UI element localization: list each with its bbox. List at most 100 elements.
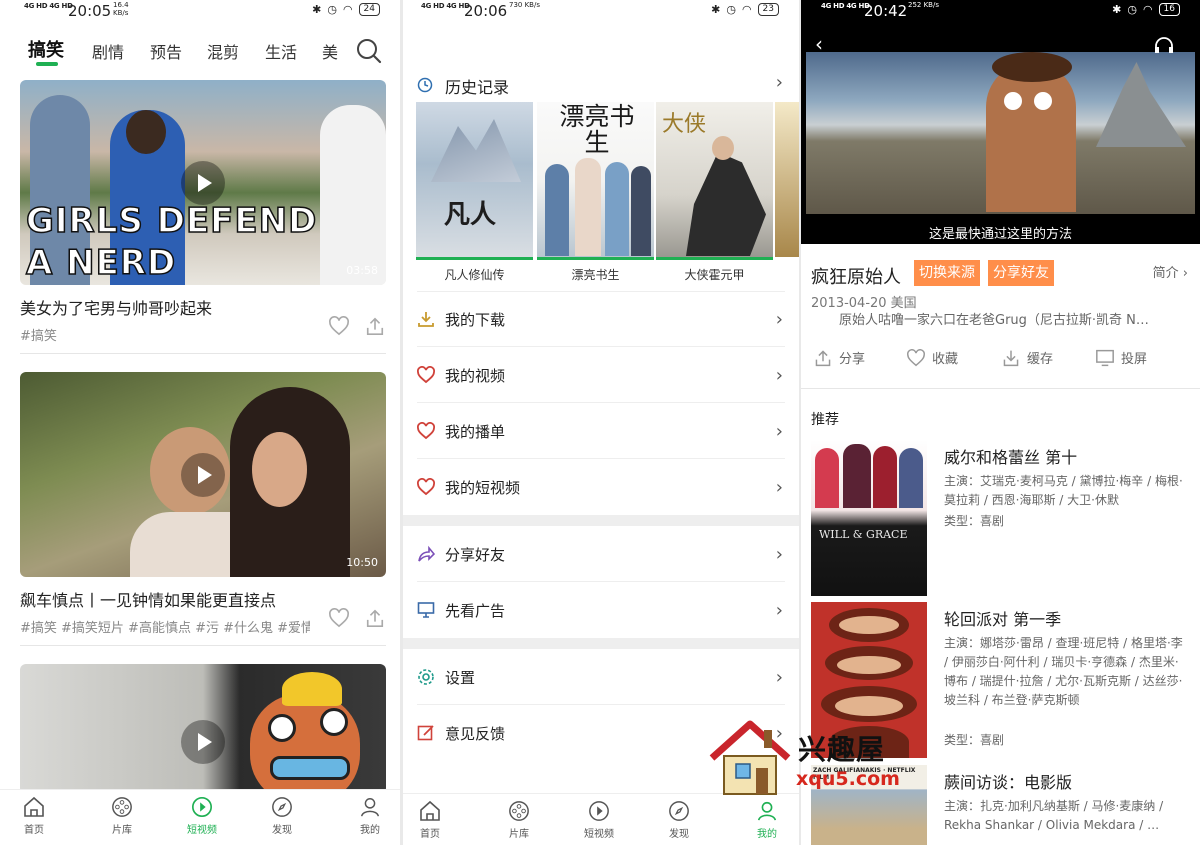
nav-label: 短视频 — [187, 825, 217, 836]
movie-detail-screen: 4G HD 4G HD 20:42 252 KB/s ✱ ◷ ◠ 16 ‹ 这是… — [801, 0, 1200, 845]
menu-share-friends[interactable]: 分享好友 › — [417, 526, 785, 582]
recommend-title: 蕨间访谈：电影版 — [944, 773, 1073, 792]
video-title[interactable]: 飙车慎点丨一见钟情如果能更直接点 — [20, 587, 320, 611]
nav-home[interactable]: 首页 — [403, 800, 460, 840]
play-icon[interactable] — [181, 452, 225, 497]
intro-link[interactable]: 简介 › — [1153, 262, 1188, 281]
headphones-icon[interactable] — [1154, 36, 1174, 54]
tab-beauty[interactable]: 美 — [322, 39, 338, 63]
nav-discover[interactable]: 发现 — [649, 800, 709, 840]
recommend-genre: 类型：喜剧 — [944, 514, 1005, 528]
video-tags[interactable]: #搞笑 — [20, 325, 310, 344]
video-actions — [328, 316, 386, 336]
monitor-icon — [417, 602, 435, 618]
chevron-right-icon: › — [775, 544, 783, 565]
history-label: 历史记录 — [445, 78, 510, 97]
heart-icon[interactable] — [328, 608, 350, 628]
menu-my-videos[interactable]: 我的视频 › — [417, 347, 785, 403]
menu-label: 我的视频 — [445, 367, 506, 385]
share-icon[interactable] — [364, 608, 386, 628]
screenshot-collage: 4G HD 4G HD 20:05 16.4 KB/s ✱ ◷ ◠ 24 搞笑 … — [0, 0, 1200, 845]
bluetooth-icon: ✱ — [711, 3, 721, 16]
poster-image: 凡人 — [416, 102, 533, 257]
video-player[interactable]: ‹ 这是最快通过这里的方法 — [801, 24, 1200, 244]
watch-progress — [416, 257, 533, 260]
status-icons: ✱ ◷ ◠ 23 — [711, 3, 779, 16]
user-icon — [757, 801, 777, 821]
search-icon[interactable] — [356, 38, 382, 64]
status-bar: 4G HD 4G HD 20:05 16.4 KB/s ✱ ◷ ◠ 24 — [0, 0, 400, 24]
menu-watch-ads[interactable]: 先看广告 › — [417, 582, 785, 638]
menu-label: 先看广告 — [445, 602, 506, 620]
history-item[interactable] — [775, 102, 799, 257]
video-frame — [806, 52, 1195, 214]
menu-my-short-videos[interactable]: 我的短视频 › — [417, 459, 785, 515]
bottom-navigation: 首页 片库 短视频 发现 我的 — [403, 793, 799, 845]
history-item[interactable]: 大侠 大侠霍元甲 — [656, 102, 773, 283]
heart-icon — [417, 422, 435, 440]
favorite-button[interactable]: 收藏 — [906, 348, 958, 367]
menu-label: 分享好友 — [445, 546, 506, 564]
battery-indicator: 16 — [1158, 3, 1180, 16]
nav-short-video[interactable]: 短视频 — [172, 796, 232, 836]
nav-library[interactable]: 片库 — [489, 800, 549, 840]
chevron-right-icon: › — [775, 72, 783, 93]
share-icon — [815, 349, 831, 366]
poster-caption: 凡人修仙传 — [444, 268, 505, 282]
action-label: 缓存 — [1027, 352, 1054, 367]
history-item[interactable]: 凡人 凡人修仙传 — [416, 102, 533, 283]
history-posters: 凡人 凡人修仙传 漂亮书生 漂亮书生 大侠 大侠霍元甲 — [416, 102, 799, 292]
recommend-cast: 主演：娜塔莎·雷昂 / 查理·班尼特 / 格里塔·李 / 伊丽莎白·阿什利 / … — [944, 636, 1183, 707]
status-bar: 4G HD 4G HD 20:42 252 KB/s ✱ ◷ ◠ 16 — [801, 0, 1200, 24]
network-indicator: 4G HD 4G HD — [24, 2, 73, 10]
video-card[interactable]: GIRLS DEFEND A NERD 03:58 美女为了宅男与帅哥吵起来 #… — [20, 80, 386, 344]
heart-icon — [417, 366, 435, 384]
clock: 20:05 — [68, 2, 112, 20]
history-item[interactable]: 漂亮书生 漂亮书生 — [537, 102, 654, 283]
tab-trailer[interactable]: 预告 — [150, 39, 182, 63]
clock: 20:06 — [464, 2, 508, 20]
tab-life[interactable]: 生活 — [265, 39, 297, 63]
video-thumbnail[interactable]: GIRLS DEFEND A NERD 03:58 — [20, 80, 386, 285]
nav-short-video[interactable]: 短视频 — [569, 800, 629, 840]
back-icon[interactable]: ‹ — [815, 32, 823, 56]
nav-me[interactable]: 我的 — [340, 796, 400, 836]
video-tags[interactable]: #搞笑 #搞笑短片 #高能慎点 #污 #什么鬼 #爱情 — [20, 617, 310, 636]
video-thumbnail[interactable] — [20, 664, 386, 794]
video-subtitle: 这是最快通过这里的方法 — [928, 227, 1072, 242]
nav-discover[interactable]: 发现 — [252, 796, 312, 836]
menu-my-playlists[interactable]: 我的播单 › — [417, 403, 785, 459]
divider — [801, 388, 1200, 389]
share-icon[interactable] — [364, 316, 386, 336]
share-button[interactable]: 分享 — [813, 348, 865, 367]
cast-button[interactable]: 投屏 — [1095, 348, 1147, 367]
play-icon[interactable] — [181, 160, 225, 205]
user-icon — [361, 798, 379, 817]
menu-my-downloads[interactable]: 我的下载 › — [417, 291, 785, 347]
video-thumbnail[interactable]: 10:50 — [20, 372, 386, 577]
screen-cast-icon — [1096, 349, 1114, 366]
menu-settings[interactable]: 设置 › — [417, 649, 785, 705]
chevron-right-icon: › — [775, 667, 783, 688]
tab-drama[interactable]: 剧情 — [92, 39, 124, 63]
nav-home[interactable]: 首页 — [4, 796, 64, 836]
menu-label: 设置 — [445, 669, 476, 687]
tab-funny[interactable]: 搞笑 — [28, 36, 64, 62]
history-header[interactable]: 历史记录 › — [417, 72, 785, 100]
video-card[interactable]: 10:50 飙车慎点丨一见钟情如果能更直接点 #搞笑 #搞笑短片 #高能慎点 #… — [20, 372, 386, 636]
cache-button[interactable]: 缓存 — [1001, 348, 1053, 367]
switch-source-button[interactable]: 切换来源 — [914, 260, 980, 286]
play-icon[interactable] — [181, 720, 225, 764]
nav-library[interactable]: 片库 — [92, 796, 152, 836]
share-friends-button[interactable]: 分享好友 — [988, 260, 1054, 286]
watch-progress — [537, 257, 654, 260]
poster-art-text: 漂亮书生 — [559, 102, 635, 157]
intro-label: 简介 — [1152, 266, 1179, 281]
tab-remix[interactable]: 混剪 — [207, 39, 239, 63]
clock-icon — [417, 77, 433, 93]
video-card[interactable] — [20, 664, 386, 794]
video-title[interactable]: 美女为了宅男与帅哥吵起来 — [20, 295, 310, 319]
nav-me[interactable]: 我的 — [737, 800, 797, 840]
bluetooth-icon: ✱ — [312, 3, 322, 16]
heart-icon[interactable] — [328, 316, 350, 336]
